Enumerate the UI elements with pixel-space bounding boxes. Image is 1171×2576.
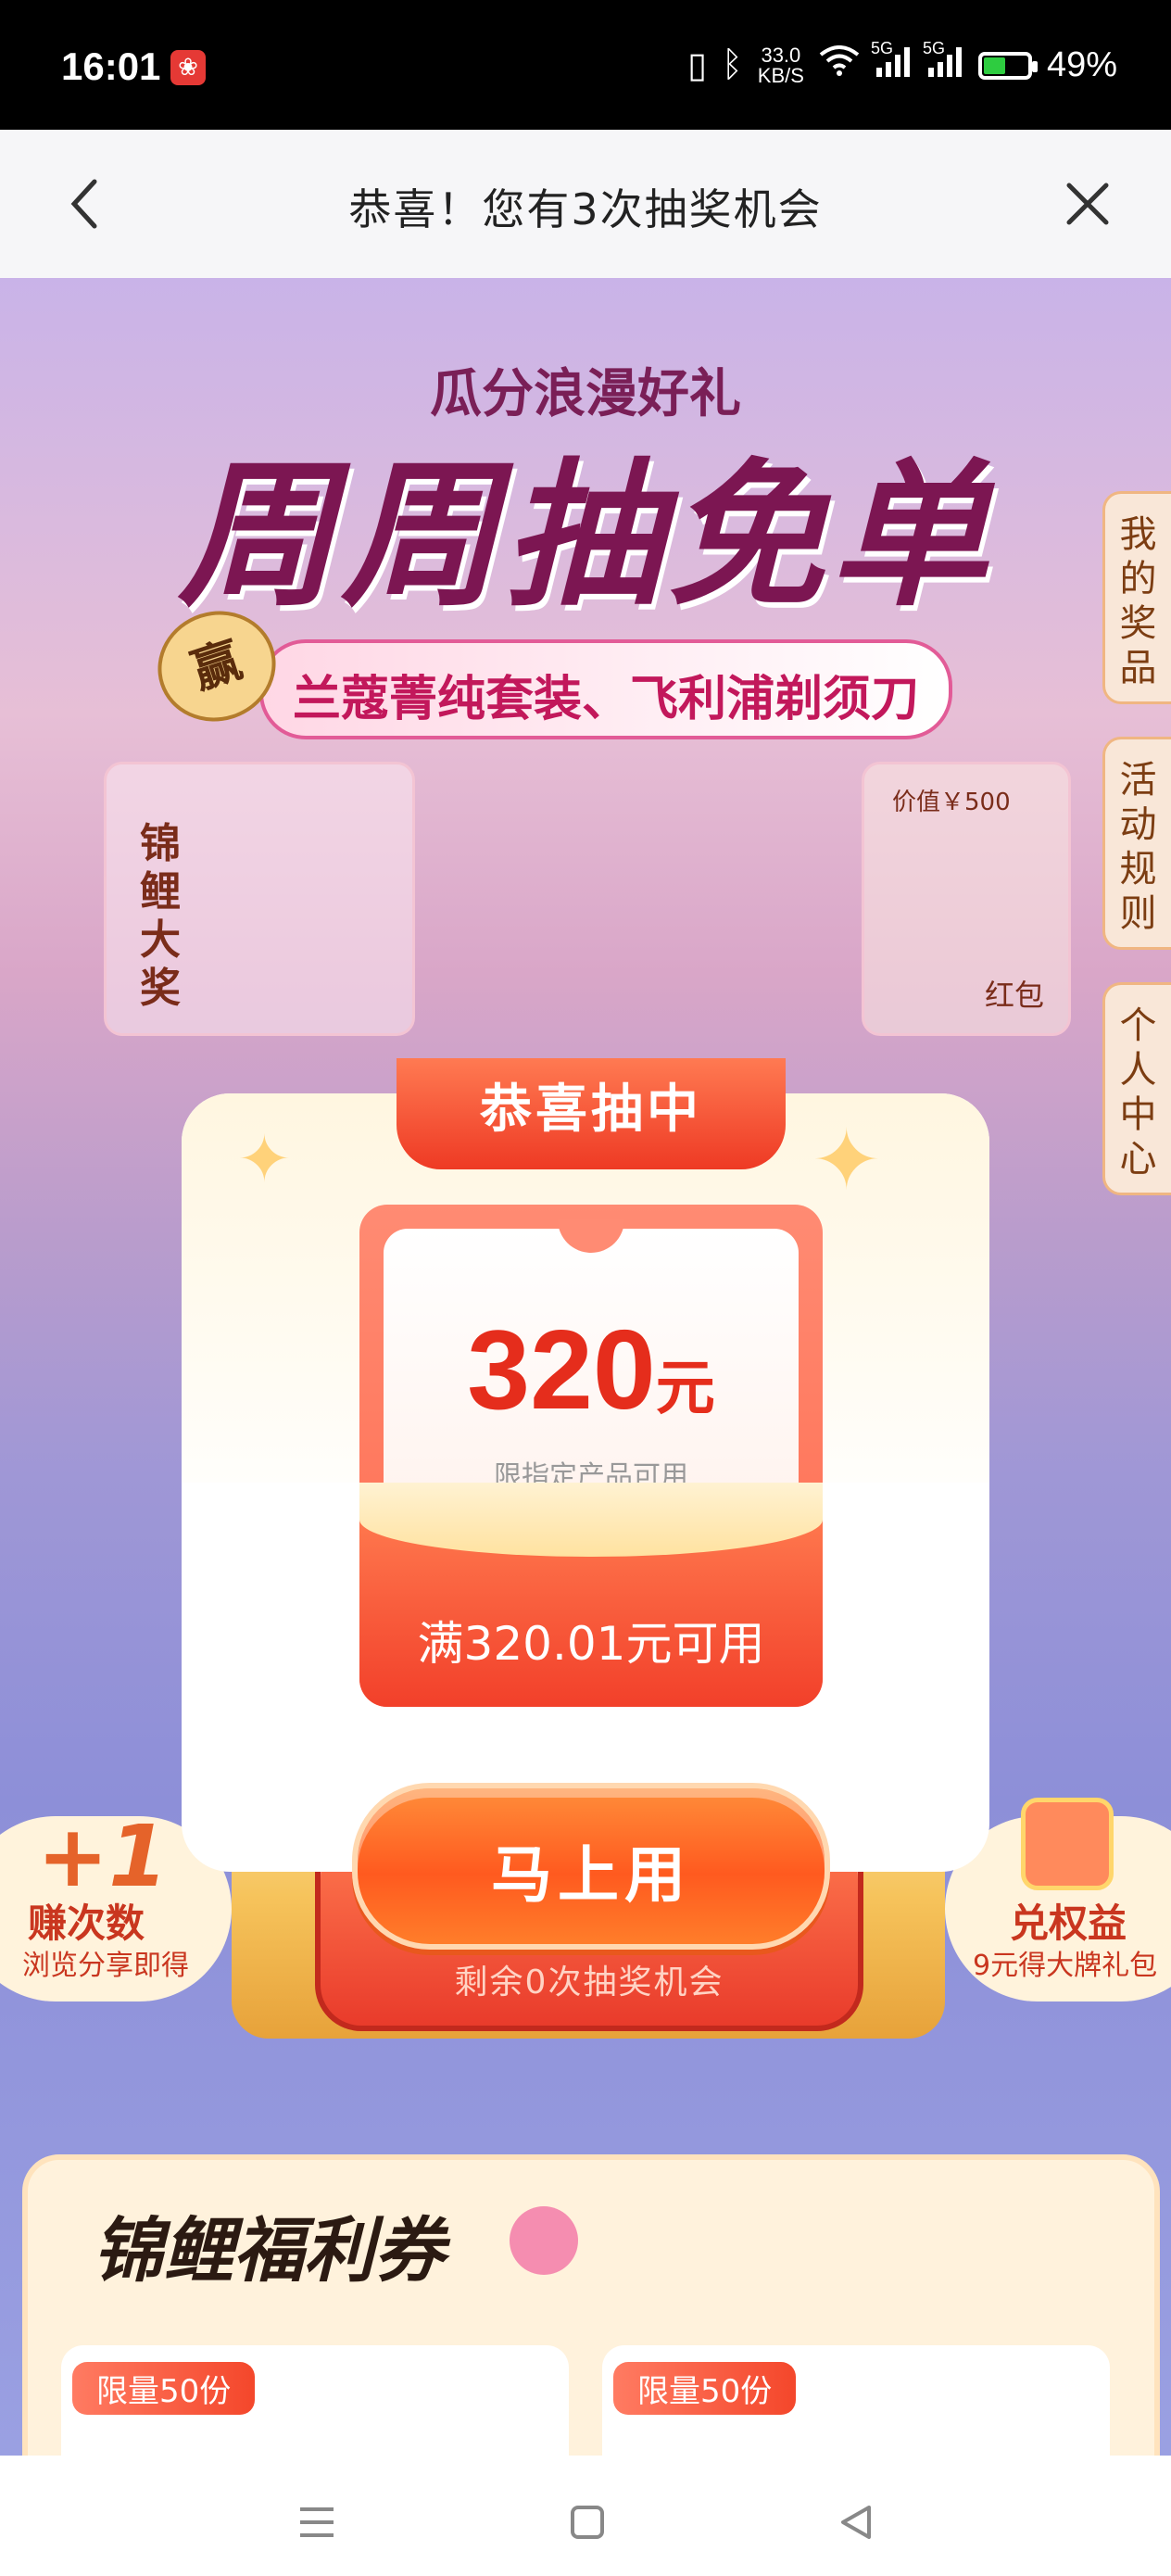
system-navigation-bar [0, 2456, 1171, 2576]
status-bar: 16:01 ❀ ▯ ᛒ 33.0 KB/S 5G 5G 49% [0, 0, 1171, 130]
modal-header: 恭喜抽中 [397, 1058, 786, 1169]
coupon-amount: 320元 [359, 1305, 823, 1434]
signal-label-1: 5G [870, 38, 893, 57]
signal-label-2: 5G [922, 38, 945, 57]
coupon-wave [359, 1483, 823, 1557]
signal-icon-2: 5G [923, 39, 963, 86]
sparkle-icon: ✦ [237, 1121, 292, 1197]
battery-fill [983, 57, 1005, 74]
status-time: 16:01 [61, 44, 161, 88]
modal-header-label: 恭喜抽中 [480, 1080, 702, 1140]
app-notification-icon: ❀ [170, 50, 206, 85]
won-coupon-card: 320元 限指定产品可用 满320.01元可用 [359, 1205, 823, 1707]
use-now-label: 马上用 [491, 1839, 691, 1911]
sparkle-icon: ✦ [812, 1112, 882, 1209]
close-icon [1066, 183, 1109, 225]
home-button[interactable] [550, 2485, 624, 2559]
signal-icon-1: 5G [871, 39, 912, 86]
vibrate-icon: ▯ [687, 46, 707, 85]
use-now-button[interactable]: 马上用 [352, 1783, 830, 1950]
modal-overlay: ✦ ✦ 恭喜抽中 320元 限指定产品可用 满320.01元可用 马上用 [0, 278, 1171, 2456]
wifi-icon [819, 44, 860, 86]
menu-button[interactable] [280, 2485, 354, 2559]
coupon-amount-unit: 元 [655, 1355, 715, 1421]
menu-icon [300, 2507, 334, 2537]
battery-percent: 49% [1046, 45, 1117, 84]
page-title: 恭喜！您有3次抽奖机会 [348, 184, 823, 234]
network-speed: 33.0 KB/S [757, 44, 804, 87]
bluetooth-icon: ᛒ [721, 45, 743, 84]
prize-modal: ✦ ✦ 恭喜抽中 320元 限指定产品可用 满320.01元可用 马上用 [182, 1058, 989, 1950]
home-square-icon [571, 2506, 604, 2539]
status-indicators: ▯ ᛒ 33.0 KB/S 5G 5G 49% [687, 39, 1117, 87]
nav-bar: 恭喜！您有3次抽奖机会 [0, 130, 1171, 278]
coupon-amount-value: 320 [467, 1307, 656, 1433]
back-nav-button[interactable] [819, 2485, 893, 2559]
close-button[interactable] [1051, 167, 1125, 241]
coupon-threshold: 满320.01元可用 [417, 1617, 765, 1671]
battery-icon [977, 51, 1038, 80]
network-speed-unit: KB/S [757, 63, 804, 87]
back-triangle-icon [841, 2506, 871, 2539]
